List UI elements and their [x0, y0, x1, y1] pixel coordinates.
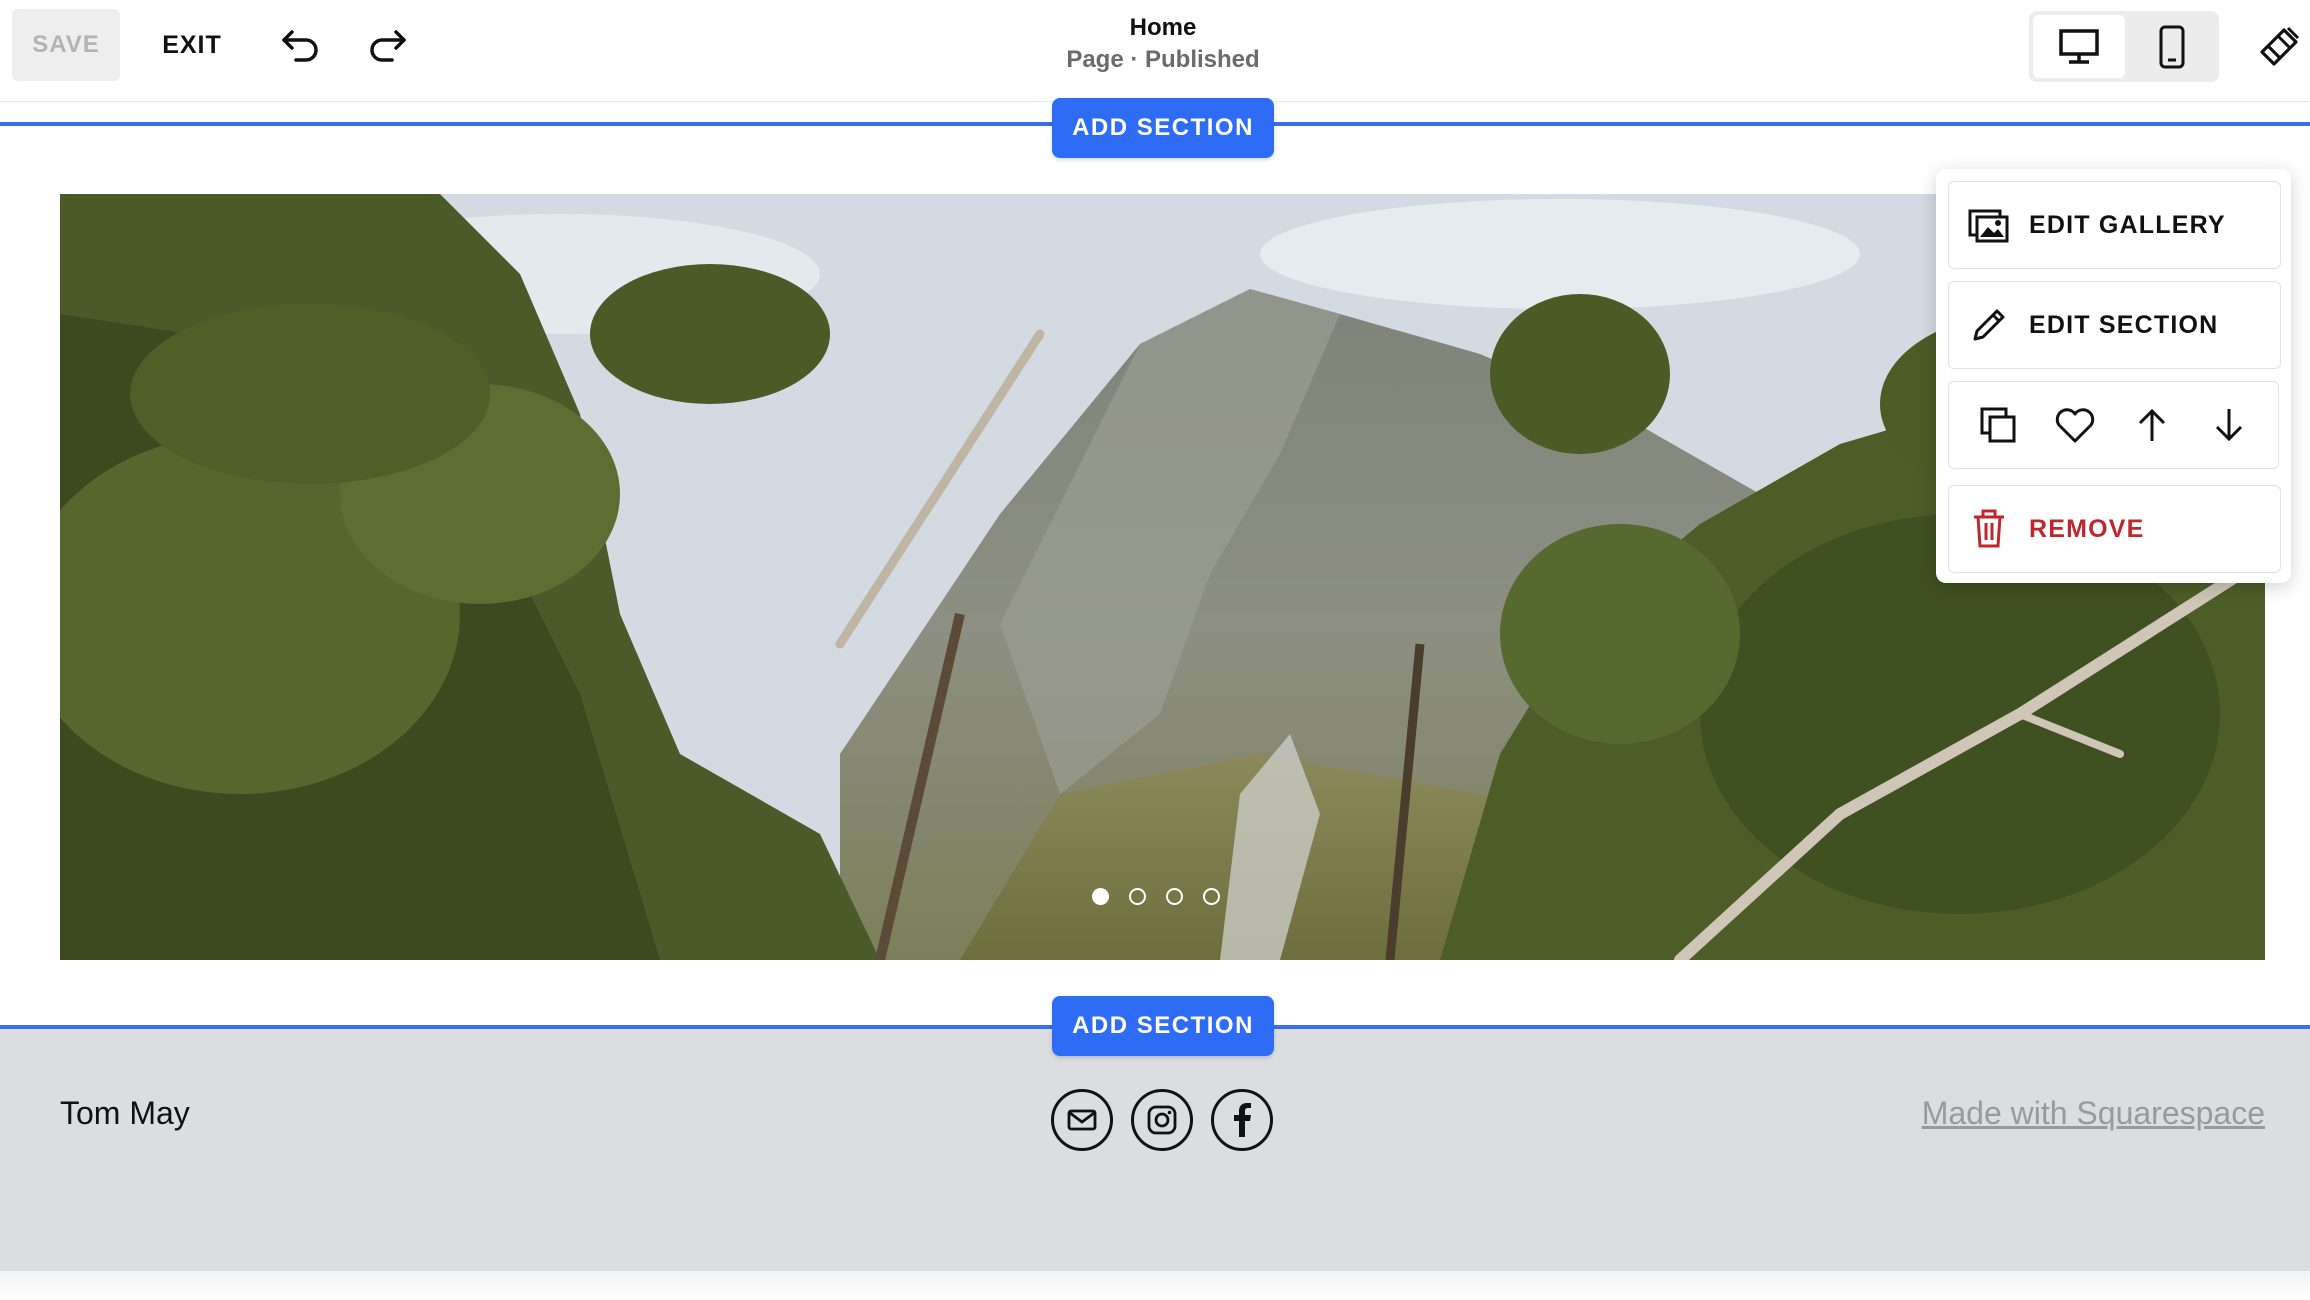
gallery-icon [1967, 207, 2011, 243]
email-icon [1067, 1109, 1097, 1131]
gallery-slideshow[interactable] [60, 194, 2265, 960]
remove-section-button[interactable]: REMOVE [1948, 485, 2281, 573]
add-section-button-top[interactable]: ADD SECTION [1052, 98, 1274, 158]
arrow-down-icon[interactable] [2199, 395, 2259, 455]
section-context-menu: EDIT GALLERY EDIT SECTION REMOVE [1936, 169, 2291, 583]
mobile-view-button[interactable] [2129, 15, 2215, 78]
slide-dot-2[interactable] [1129, 888, 1146, 905]
instagram-link[interactable] [1131, 1089, 1193, 1151]
edit-section-label: EDIT SECTION [2029, 310, 2219, 339]
email-link[interactable] [1051, 1089, 1113, 1151]
facebook-link[interactable] [1211, 1089, 1273, 1151]
add-section-button-bottom[interactable]: ADD SECTION [1052, 996, 1274, 1056]
edit-section-button[interactable]: EDIT SECTION [1948, 281, 2281, 369]
bottom-edge [0, 1271, 2310, 1300]
trash-icon [1967, 509, 2011, 549]
slide-indicators [1092, 888, 1220, 905]
instagram-icon [1147, 1105, 1177, 1135]
save-button[interactable]: SAVE [12, 9, 120, 81]
arrow-up-icon[interactable] [2122, 395, 2182, 455]
redo-icon [370, 30, 406, 62]
made-with-squarespace-link[interactable]: Made with Squarespace [1922, 1095, 2265, 1132]
desktop-icon [2059, 28, 2099, 64]
duplicate-icon[interactable] [1968, 395, 2028, 455]
page-title: Home [1129, 14, 1197, 41]
paintbrush-icon [2260, 26, 2300, 66]
site-styles-button[interactable] [2248, 14, 2310, 78]
undo-button[interactable] [268, 12, 332, 76]
slide-dot-4[interactable] [1203, 888, 1220, 905]
desktop-view-button[interactable] [2033, 15, 2125, 78]
page-status: Page · Published [1066, 46, 1260, 73]
slide-dot-1[interactable] [1092, 888, 1109, 905]
exit-button[interactable]: EXIT [150, 9, 234, 81]
undo-icon [282, 30, 318, 62]
heart-icon[interactable] [2045, 395, 2105, 455]
editor-toolbar: SAVE EXIT Home Page · Published [0, 0, 2310, 102]
device-toggle [2029, 11, 2219, 82]
section-actions-row [1948, 381, 2279, 469]
site-footer: Tom May Made with Squarespace [0, 1029, 2310, 1271]
slide-dot-3[interactable] [1166, 888, 1183, 905]
pencil-icon [1967, 305, 2011, 345]
gallery-image [60, 194, 2265, 960]
redo-button[interactable] [356, 12, 420, 76]
edit-gallery-button[interactable]: EDIT GALLERY [1948, 181, 2281, 269]
mobile-icon [2159, 25, 2185, 68]
facebook-icon [1234, 1103, 1251, 1137]
remove-label: REMOVE [2029, 514, 2145, 543]
footer-site-name: Tom May [60, 1095, 190, 1131]
edit-gallery-label: EDIT GALLERY [2029, 210, 2226, 239]
page-info[interactable]: Home Page · Published [1000, 12, 1326, 76]
